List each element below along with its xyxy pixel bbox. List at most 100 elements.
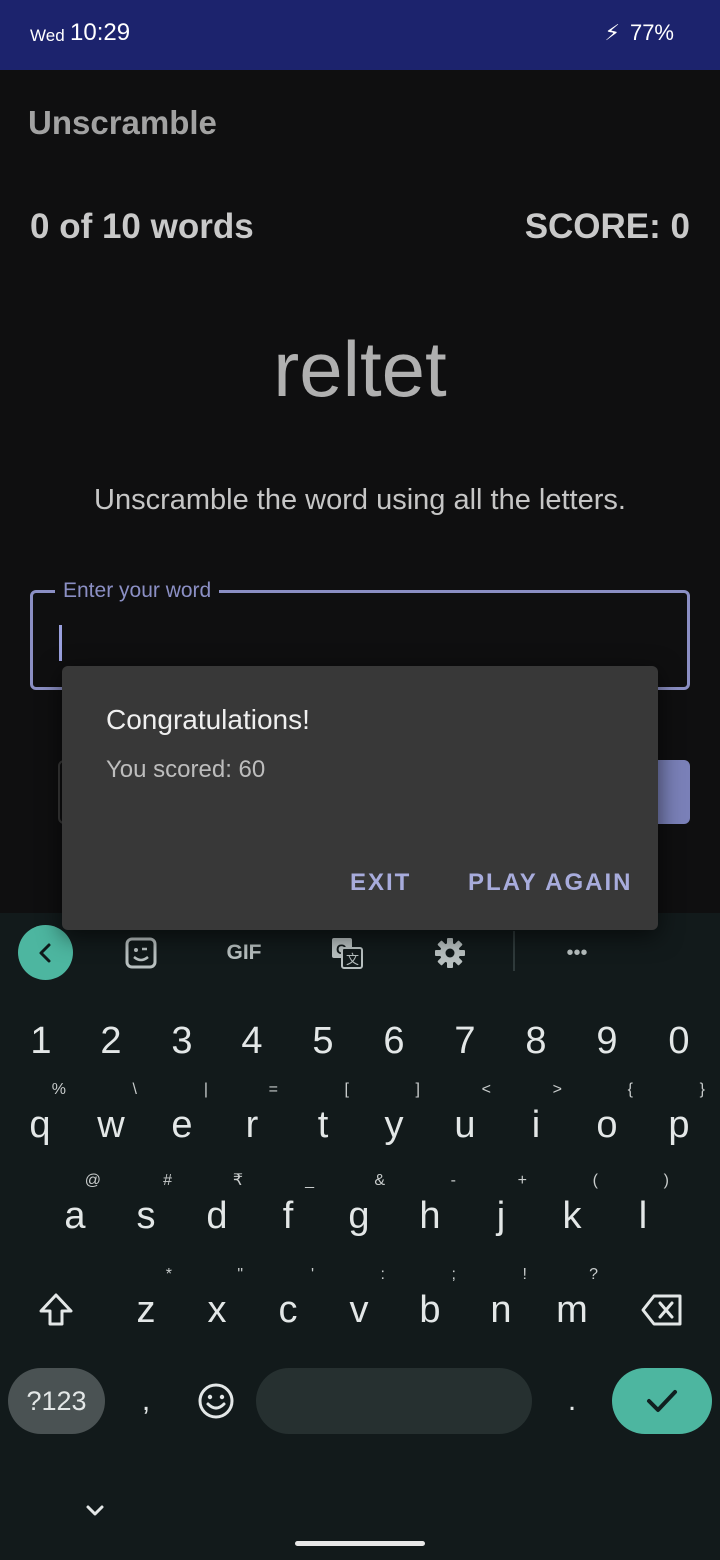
key-letter: z <box>136 1289 156 1331</box>
key-d[interactable]: d ₹ <box>187 1173 247 1251</box>
word-count: 0 of 10 words <box>30 207 254 246</box>
status-bar: Wed 10:29 ⚡ 77% <box>0 0 720 70</box>
key-hint: [ <box>344 1081 349 1098</box>
hide-keyboard-button[interactable] <box>80 1499 110 1523</box>
key-l[interactable]: l) <box>613 1173 673 1251</box>
key-u[interactable]: u < <box>435 1082 495 1160</box>
key-r[interactable]: r = <box>222 1082 282 1160</box>
key-hint: & <box>374 1172 385 1189</box>
backspace-icon <box>641 1294 682 1326</box>
back-icon[interactable] <box>18 925 73 980</box>
key-7[interactable]: 7 <box>435 1006 495 1076</box>
key-v[interactable]: v: <box>329 1267 389 1345</box>
key-b[interactable]: b; <box>400 1267 460 1345</box>
key-z[interactable]: z * <box>116 1267 176 1345</box>
key-x[interactable]: x " <box>187 1267 247 1345</box>
key-3[interactable]: 3 <box>152 1006 212 1076</box>
shift-icon <box>39 1293 73 1326</box>
key-9[interactable]: 9 <box>577 1006 637 1076</box>
instructions: Unscramble the word using all the letter… <box>94 484 626 516</box>
key-2[interactable]: 2 <box>81 1006 141 1076</box>
sticker-icon[interactable] <box>119 931 163 975</box>
key-i[interactable]: i > <box>506 1082 566 1160</box>
key-k[interactable]: k( <box>542 1173 602 1251</box>
key-letter: f <box>282 1195 294 1237</box>
key-letter: y <box>384 1104 404 1146</box>
key-letter: e <box>171 1104 193 1146</box>
key-hint: " <box>237 1266 243 1283</box>
play-again-button[interactable]: PLAY AGAIN <box>468 869 632 897</box>
key-letter: p <box>668 1104 690 1146</box>
key-c[interactable]: c ' <box>258 1267 318 1345</box>
backspace-key[interactable] <box>630 1275 694 1345</box>
key-hint: ( <box>592 1172 598 1189</box>
status-time: 10:29 <box>70 19 131 46</box>
status-day: Wed <box>30 26 65 45</box>
toolbar-divider <box>513 931 515 971</box>
key-hint: ; <box>451 1266 456 1283</box>
key-f[interactable]: f _ <box>258 1173 318 1251</box>
key-4[interactable]: 4 <box>222 1006 282 1076</box>
key-h[interactable]: h- <box>400 1173 460 1251</box>
key-s[interactable]: s # <box>116 1173 176 1251</box>
dialog-title: Congratulations! <box>106 704 310 735</box>
key-letter: v <box>349 1289 369 1331</box>
more-icon[interactable]: ••• <box>555 931 599 975</box>
period-key[interactable]: . <box>546 1368 598 1434</box>
key-hint: ! <box>522 1266 527 1283</box>
key-a[interactable]: a @ <box>45 1173 105 1251</box>
key-letter: u <box>454 1104 476 1146</box>
key-8[interactable]: 8 <box>506 1006 566 1076</box>
key-hint: ₹ <box>232 1172 243 1189</box>
charging-icon: ⚡ <box>604 20 620 45</box>
key-1[interactable]: 1 <box>11 1006 71 1076</box>
gesture-nav-bar[interactable] <box>295 1541 425 1546</box>
key-letter: l <box>638 1195 648 1237</box>
key-hint: @ <box>84 1172 101 1189</box>
key-hint: } <box>699 1081 705 1098</box>
key-letter: b <box>419 1289 441 1331</box>
key-hint: % <box>51 1081 66 1098</box>
score-dialog: Congratulations! You scored: 60 EXIT PLA… <box>62 666 658 930</box>
key-hint: \ <box>132 1081 137 1098</box>
exit-button[interactable]: EXIT <box>350 869 411 897</box>
key-6[interactable]: 6 <box>364 1006 424 1076</box>
key-hint: > <box>552 1081 562 1098</box>
key-0[interactable]: 0 <box>649 1006 709 1076</box>
key-hint: : <box>380 1266 385 1283</box>
key-letter: n <box>490 1289 512 1331</box>
key-o[interactable]: o{ <box>577 1082 637 1160</box>
battery-level: 77% <box>629 20 674 45</box>
chevron-down-icon <box>86 1505 104 1516</box>
key-n[interactable]: n! <box>471 1267 531 1345</box>
emoji-key[interactable] <box>186 1368 246 1434</box>
key-q[interactable]: q% <box>10 1082 70 1160</box>
key-hint: _ <box>305 1172 314 1189</box>
key-y[interactable]: y] <box>364 1082 424 1160</box>
comma-key[interactable]: , <box>120 1368 172 1434</box>
gif-icon[interactable]: GIF <box>220 931 268 975</box>
key-w[interactable]: w \ <box>81 1082 141 1160</box>
enter-key[interactable] <box>612 1368 712 1434</box>
key-5[interactable]: 5 <box>293 1006 353 1076</box>
symbols-key[interactable]: ?123 <box>8 1368 105 1434</box>
key-j[interactable]: j + <box>471 1173 531 1251</box>
key-letter: x <box>207 1289 227 1331</box>
gear-icon[interactable] <box>428 931 472 975</box>
shift-key[interactable] <box>25 1275 87 1345</box>
emoji-icon <box>198 1383 234 1419</box>
key-hint: * <box>165 1266 172 1283</box>
key-p[interactable]: p} <box>649 1082 709 1160</box>
key-g[interactable]: g & <box>329 1173 389 1251</box>
key-letter: c <box>278 1289 298 1331</box>
key-letter: h <box>419 1195 441 1237</box>
key-t[interactable]: t[ <box>293 1082 353 1160</box>
key-hint: ) <box>663 1172 669 1189</box>
key-hint: < <box>481 1081 491 1098</box>
key-letter: i <box>531 1104 541 1146</box>
key-e[interactable]: e | <box>152 1082 212 1160</box>
app-title: Unscramble <box>28 104 217 141</box>
translate-icon[interactable]: G文 <box>325 931 369 975</box>
key-m[interactable]: m? <box>542 1267 602 1345</box>
space-key[interactable] <box>256 1368 532 1434</box>
